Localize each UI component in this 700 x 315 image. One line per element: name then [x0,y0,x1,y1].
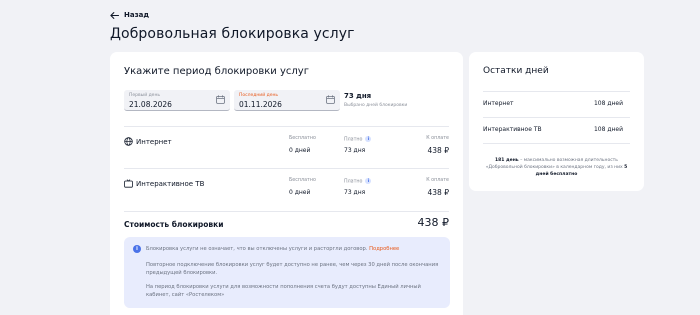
tv-icon [124,179,133,188]
period-heading: Укажите период блокировки услуг [124,66,309,77]
free-label: Бесплатно [289,178,316,183]
service-name: Интерактивное ТВ [124,179,204,188]
calendar-icon[interactable] [216,95,225,104]
back-link[interactable]: Назад [110,11,149,19]
first-day-field[interactable]: Первый день 21.08.2026 [124,90,230,111]
service-name: Интернет [124,137,172,146]
notice-text-1: Блокировка услуги не означает, что вы от… [146,245,442,253]
notice-text-2: Повторное подключение блокировки услуг б… [146,262,439,277]
notice-text-1-body: Блокировка услуги не означает, что вы от… [146,246,368,252]
pay-value: 438 ₽ [427,188,449,197]
remaining-service-value: 108 дней [593,100,623,107]
divider [483,91,630,92]
free-value: 0 дней [289,189,311,196]
details-link[interactable]: Подробнее [369,246,399,252]
remaining-service-name: Интерактивное ТВ [483,126,542,133]
paid-label-text: Платно [344,179,363,185]
blocking-period-card: Укажите период блокировки услуг Первый д… [110,52,463,315]
last-day-field[interactable]: Последний день 01.11.2026 [234,90,340,111]
paid-label: Платно i [344,178,372,185]
service-row-tv: Интерактивное ТВ Бесплатно 0 дней Платно… [110,168,463,212]
selected-days-count: 73 дня [344,92,372,100]
globe-icon [124,137,133,146]
paid-value: 73 дня [344,147,366,154]
service-label: Интерактивное ТВ [136,179,205,188]
first-day-value[interactable]: 21.08.2026 [129,100,172,109]
pay-label: К оплате [426,136,449,141]
divider [483,143,630,144]
free-label: Бесплатно [289,136,316,141]
info-notice: i Блокировка услуги не означает, что вы … [124,237,450,308]
remaining-service-value: 108 дней [593,126,623,133]
paid-value: 73 дня [344,189,366,196]
last-day-label: Последний день [239,93,279,98]
pay-value: 438 ₽ [427,146,449,155]
cost-value: 438 ₽ [417,216,450,229]
info-icon[interactable]: i [365,178,372,184]
remaining-service-name: Интернет [483,100,514,107]
paid-label-text: Платно [344,137,363,143]
first-day-label: Первый день [129,93,161,98]
remaining-days-card: Остатки дней Интернет 108 дней Интеракти… [469,52,644,191]
selected-days-note: Выбрано дней блокировки [344,103,408,108]
info-icon[interactable]: i [365,136,372,142]
divider [483,117,630,118]
pay-label: К оплате [426,178,449,183]
notice-text-3: На период блокировки услуги для возможно… [146,284,421,299]
service-label: Интернет [136,137,172,146]
cost-label: Стоимость блокировки [124,220,224,229]
remaining-row-tv: Интерактивное ТВ 108 дней [483,117,630,143]
remaining-note: 181 день – максимально возможная длитель… [483,157,630,179]
divider [124,126,449,127]
service-row-internet: Интернет Бесплатно 0 дней Платно i 73 дня… [110,126,463,170]
divider [124,168,449,169]
back-label: Назад [124,11,150,19]
page-title: Добровольная блокировка услуг [110,26,355,42]
paid-label: Платно i [344,136,372,143]
calendar-icon[interactable] [326,95,335,104]
remaining-bottom-divider [483,143,630,144]
free-value: 0 дней [289,147,311,154]
arrow-left-icon [110,11,119,19]
note-max-days: 181 день [495,158,519,163]
info-icon: i [133,245,141,253]
remaining-heading: Остатки дней [483,66,549,76]
divider [124,211,449,212]
remaining-row-internet: Интернет 108 дней [483,91,630,117]
last-day-value[interactable]: 01.11.2026 [239,100,282,109]
